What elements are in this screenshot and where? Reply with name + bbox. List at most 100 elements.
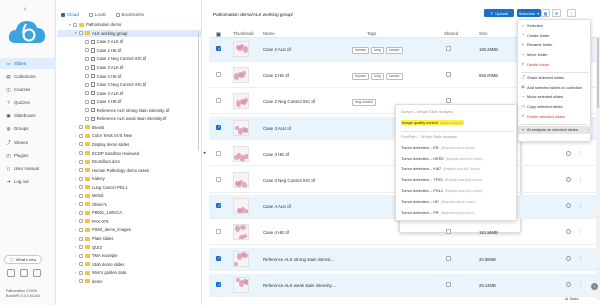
info-icon[interactable] <box>566 203 571 209</box>
nav-item-quizzes[interactable]: ? Quizzes <box>0 97 56 108</box>
submenu-item[interactable]: Tumor detection – PDL1 (firstpath.wsa.pdl… <box>396 187 518 195</box>
info-icon[interactable] <box>566 229 571 235</box>
tree-item[interactable]: › Human Pathology demo cases <box>57 166 202 174</box>
tree-item[interactable]: › QUIZ <box>57 243 202 251</box>
tree-item[interactable]: › Utah demo slides <box>57 260 202 268</box>
tree-item[interactable]: › Breast <box>57 124 202 132</box>
submenu-item[interactable]: Tumor detection – Ki67 (firstpath.wsa.ki6… <box>396 165 518 173</box>
tree-item[interactable]: Case 4 HE.tif <box>57 98 202 106</box>
shared-checkbox[interactable] <box>446 72 451 78</box>
menu-item-create-folder[interactable]: + Create folder <box>518 32 592 40</box>
slide-name[interactable]: Case 3 Neg Control IHC.tif <box>263 178 315 183</box>
slide-name[interactable]: Case 4 ALK.tif <box>263 204 291 209</box>
slide-thumbnail[interactable] <box>233 93 249 110</box>
tree-checkbox[interactable] <box>85 56 89 61</box>
nav-item-slides[interactable]: ▭ Slides <box>0 58 56 69</box>
slide-thumbnail[interactable] <box>233 224 249 241</box>
tag-badge[interactable]: cancer <box>385 47 403 54</box>
tree-checkbox[interactable] <box>79 279 83 284</box>
slide-thumbnail[interactable] <box>233 172 249 188</box>
tree-checkbox[interactable] <box>79 31 83 36</box>
info-icon[interactable] <box>566 150 571 156</box>
menu-item-move-folder[interactable]: ⇢ Move folder <box>518 51 592 59</box>
row-checkbox[interactable] <box>216 46 221 52</box>
app-icon-3[interactable] <box>33 269 41 277</box>
selection-button[interactable]: Selection ▾ <box>517 9 541 17</box>
tree-item[interactable]: › Color Tests SVS New <box>57 132 202 140</box>
col-name[interactable]: Name <box>263 31 275 36</box>
tree-checkbox[interactable] <box>85 108 89 113</box>
row-checkbox[interactable] <box>216 203 221 209</box>
tree-checkbox[interactable] <box>85 99 89 104</box>
tree-checkbox[interactable] <box>85 91 89 96</box>
panel-splitter-handle[interactable]: ◂ <box>203 150 206 156</box>
scroll-to-top-button[interactable]: ↑ <box>591 283 598 290</box>
shared-checkbox[interactable] <box>446 229 451 235</box>
submenu-item[interactable]: Tumor detection – HER2 (firstpath.wsa.her… <box>396 154 518 162</box>
info-icon[interactable] <box>566 255 571 261</box>
shared-checkbox[interactable] <box>446 98 451 104</box>
menu-item-copy-selected-slides[interactable]: ❐ Copy selected slides <box>518 103 592 111</box>
tree-item[interactable]: ▾ ALK working group <box>57 29 202 38</box>
row-checkbox[interactable] <box>216 98 221 104</box>
nav-item-groups[interactable]: ◍ Groups <box>0 123 56 134</box>
row-checkbox[interactable] <box>216 255 221 261</box>
menu-item-share-selected-slides[interactable]: ⤴ Share selected slides <box>518 74 592 82</box>
shared-checkbox[interactable] <box>446 281 451 287</box>
tree-item[interactable]: ▾ Pathomation demo <box>57 21 202 29</box>
tree-checkbox[interactable] <box>85 65 89 70</box>
tree-checkbox[interactable] <box>79 176 83 181</box>
slide-thumbnail[interactable] <box>233 67 249 84</box>
tree-checkbox[interactable] <box>85 74 89 79</box>
tag-badge[interactable]: lung <box>371 47 384 54</box>
nav-item-shares[interactable]: ⤴ Shares <box>0 137 56 148</box>
shared-checkbox[interactable] <box>446 255 451 261</box>
submenu-item[interactable]: Tumor detection – ER (firstpath.wsa.er-tu… <box>396 143 518 151</box>
more-options-button[interactable]: ⋮ <box>567 9 576 17</box>
nav-item-plugins[interactable]: ◰ Plugins <box>0 150 56 161</box>
menu-item-delete-folder[interactable]: ✕ Delete folder <box>518 60 592 68</box>
nav-item-collections[interactable]: ▤ Collections <box>0 71 56 82</box>
ai-tasks-status[interactable]: AI Tasks <box>565 297 579 301</box>
tag-badge[interactable]: human <box>352 73 369 80</box>
tree-item[interactable]: Case 2 Neg Control IHC.tif <box>57 55 202 63</box>
app-icon-2[interactable] <box>20 269 28 277</box>
slide-name[interactable]: Reference ALK weak stain intensity.... <box>263 283 336 288</box>
tag-badge[interactable]: human <box>352 47 369 54</box>
menu-item-selection[interactable]: ✓ Selection <box>518 22 592 30</box>
tree-checkbox[interactable] <box>85 82 89 87</box>
slide-name[interactable]: Case 2 ALK.tif <box>263 47 291 52</box>
menu-item-add-selected-slides-to-collection[interactable]: ▤ Add selected slides to collection <box>518 84 592 92</box>
tree-checkbox[interactable] <box>79 245 83 250</box>
tag-badge[interactable]: neg control <box>352 99 376 107</box>
app-icon-1[interactable] <box>7 269 15 277</box>
row-checkbox[interactable] <box>216 124 221 130</box>
tree-item[interactable]: › TMA example <box>57 252 202 260</box>
nav-item-log-out[interactable]: ⇥ Log out <box>0 176 56 187</box>
tree-checkbox[interactable] <box>79 185 83 190</box>
tree-item[interactable]: › Lung Cancer PDL1 <box>57 183 202 191</box>
slide-name[interactable]: Case 3 HE.tif <box>263 152 289 157</box>
more-vertical-icon[interactable]: ⋮ <box>578 151 583 157</box>
main-scrollbar[interactable] <box>596 38 600 300</box>
slide-thumbnail[interactable] <box>233 198 249 215</box>
tree-checkbox[interactable] <box>79 270 83 275</box>
slide-name[interactable]: Case 2 Neg Control IHC.tif <box>263 99 315 104</box>
slide-thumbnail[interactable] <box>233 250 249 267</box>
tree-checkbox[interactable] <box>79 125 83 130</box>
collapse-nav-icon[interactable]: ‹ <box>24 6 26 13</box>
tree-checkbox[interactable] <box>79 193 83 198</box>
tree-item[interactable]: › ECDP Sandbox reviewed <box>57 149 202 157</box>
menu-item-ai-analysis-on-selected-slides[interactable]: ✦ AI analysis on selected slides › <box>518 126 592 134</box>
tree-checkbox[interactable] <box>79 142 83 147</box>
tree-item[interactable]: Case 4 ALK.tif <box>57 89 202 97</box>
slide-name[interactable]: Case 3 ALK.tif <box>263 126 291 131</box>
tree-checkbox[interactable] <box>79 262 83 267</box>
tree-item[interactable]: Case 2 ALK.tif <box>57 38 202 46</box>
tree-checkbox[interactable] <box>79 168 83 173</box>
tree-item[interactable]: Case 3 Neg Control IHC.tif <box>57 81 202 89</box>
submenu-item[interactable]: Tumor detection – TP53 (firstpath.wsa.tp5… <box>396 176 518 184</box>
slide-thumbnail[interactable] <box>233 145 249 162</box>
tree-item[interactable]: › Wim's golden data <box>57 269 202 277</box>
tree-checkbox[interactable] <box>79 219 83 224</box>
